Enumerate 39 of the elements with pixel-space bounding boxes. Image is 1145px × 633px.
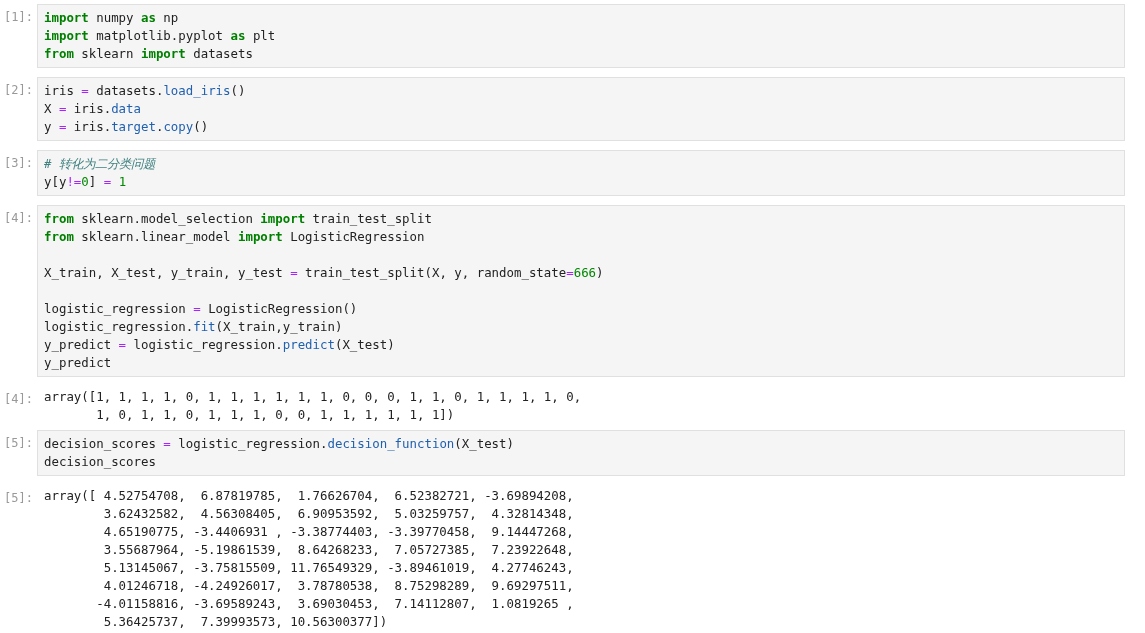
output-line: 3.62432582, 4.56308405, 6.90953592, 5.03259757, 4.32814348,	[102, 505, 575, 523]
code-line: # 转化为二分类问题	[44, 155, 157, 173]
code-line: y_predict	[44, 354, 113, 372]
code-line: y_predict = logistic_regression.predict(X_test)	[44, 336, 396, 354]
code-line: X = iris.data	[44, 100, 142, 118]
code-line: iris = datasets.load_iris()	[44, 82, 247, 100]
cell-prompt: [4]:	[4, 391, 34, 408]
output-line: 5.13145067, -3.75815509, 11.76549329, -3.89461019, 4.27746243,	[102, 559, 575, 577]
code-line: from sklearn import datasets	[44, 45, 254, 63]
cell-prompt: [5]:	[4, 490, 34, 507]
output-line: 4.65190775, -3.4406931 , -3.38774403, -3.39770458, 9.14447268,	[102, 523, 575, 541]
code-line: decision_scores = logistic_regression.decision_function(X_test)	[44, 435, 515, 453]
code-line: from sklearn.linear_model import LogisticRegression	[44, 228, 426, 246]
code-cell[interactable]	[37, 205, 1125, 377]
code-line: y = iris.target.copy()	[44, 118, 210, 136]
code-line: from sklearn.model_selection import train_test_split	[44, 210, 433, 228]
code-line: logistic_regression.fit(X_train,y_train)	[44, 318, 344, 336]
code-line: X_train, X_test, y_train, y_test = train_test_split(X, y, random_state=666)	[44, 264, 605, 282]
output-line: array([1, 1, 1, 1, 0, 1, 1, 1, 1, 1, 1, 0, 0, 0, 1, 1, 0, 1, 1, 1, 1, 0,	[44, 388, 583, 406]
code-cell[interactable]: # 转化为二分类问题 y[y!=0] = 1	[37, 150, 1125, 196]
code-line: y[y!=0] = 1	[44, 173, 128, 191]
cell-prompt: [5]:	[4, 435, 34, 452]
output-line: 5.36425737, 7.39993573, 10.56300377])	[102, 613, 389, 631]
code-line: import numpy as np	[44, 9, 180, 27]
code-cell[interactable]: import numpy as np import matplotlib.pyplot as plt from sklearn import datasets	[37, 4, 1125, 68]
output-line: array([ 4.52754708, 6.87819785, 1.76626704, 6.52382721, -3.69894208,	[44, 487, 575, 505]
cell-prompt: [2]:	[4, 82, 34, 99]
code-line: logistic_regression = LogisticRegression()	[44, 300, 359, 318]
code-cell[interactable]: iris = datasets.load_iris() X = iris.data y = iris.target.copy()	[37, 77, 1125, 141]
cell-prompt: [4]:	[4, 210, 34, 227]
code-line: decision_scores	[44, 453, 157, 471]
code-line: import matplotlib.pyplot as plt	[44, 27, 277, 45]
code-cell[interactable]: decision_scores = logistic_regression.decision_function(X_test) decision_scores	[37, 430, 1125, 476]
cell-prompt: [3]:	[4, 155, 34, 172]
output-line: -4.01158816, -3.69589243, 3.69030453, 7.14112807, 1.0819265 ,	[95, 595, 575, 613]
cell-prompt: [1]:	[4, 9, 34, 26]
output-line: 4.01246718, -4.24926017, 3.78780538, 8.75298289, 9.69297511,	[102, 577, 575, 595]
output-line: 1, 0, 1, 1, 0, 1, 1, 1, 0, 0, 1, 1, 1, 1, 1, 1])	[95, 406, 456, 424]
output-line: 3.55687964, -5.19861539, 8.64268233, 7.05727385, 7.23922648,	[102, 541, 575, 559]
